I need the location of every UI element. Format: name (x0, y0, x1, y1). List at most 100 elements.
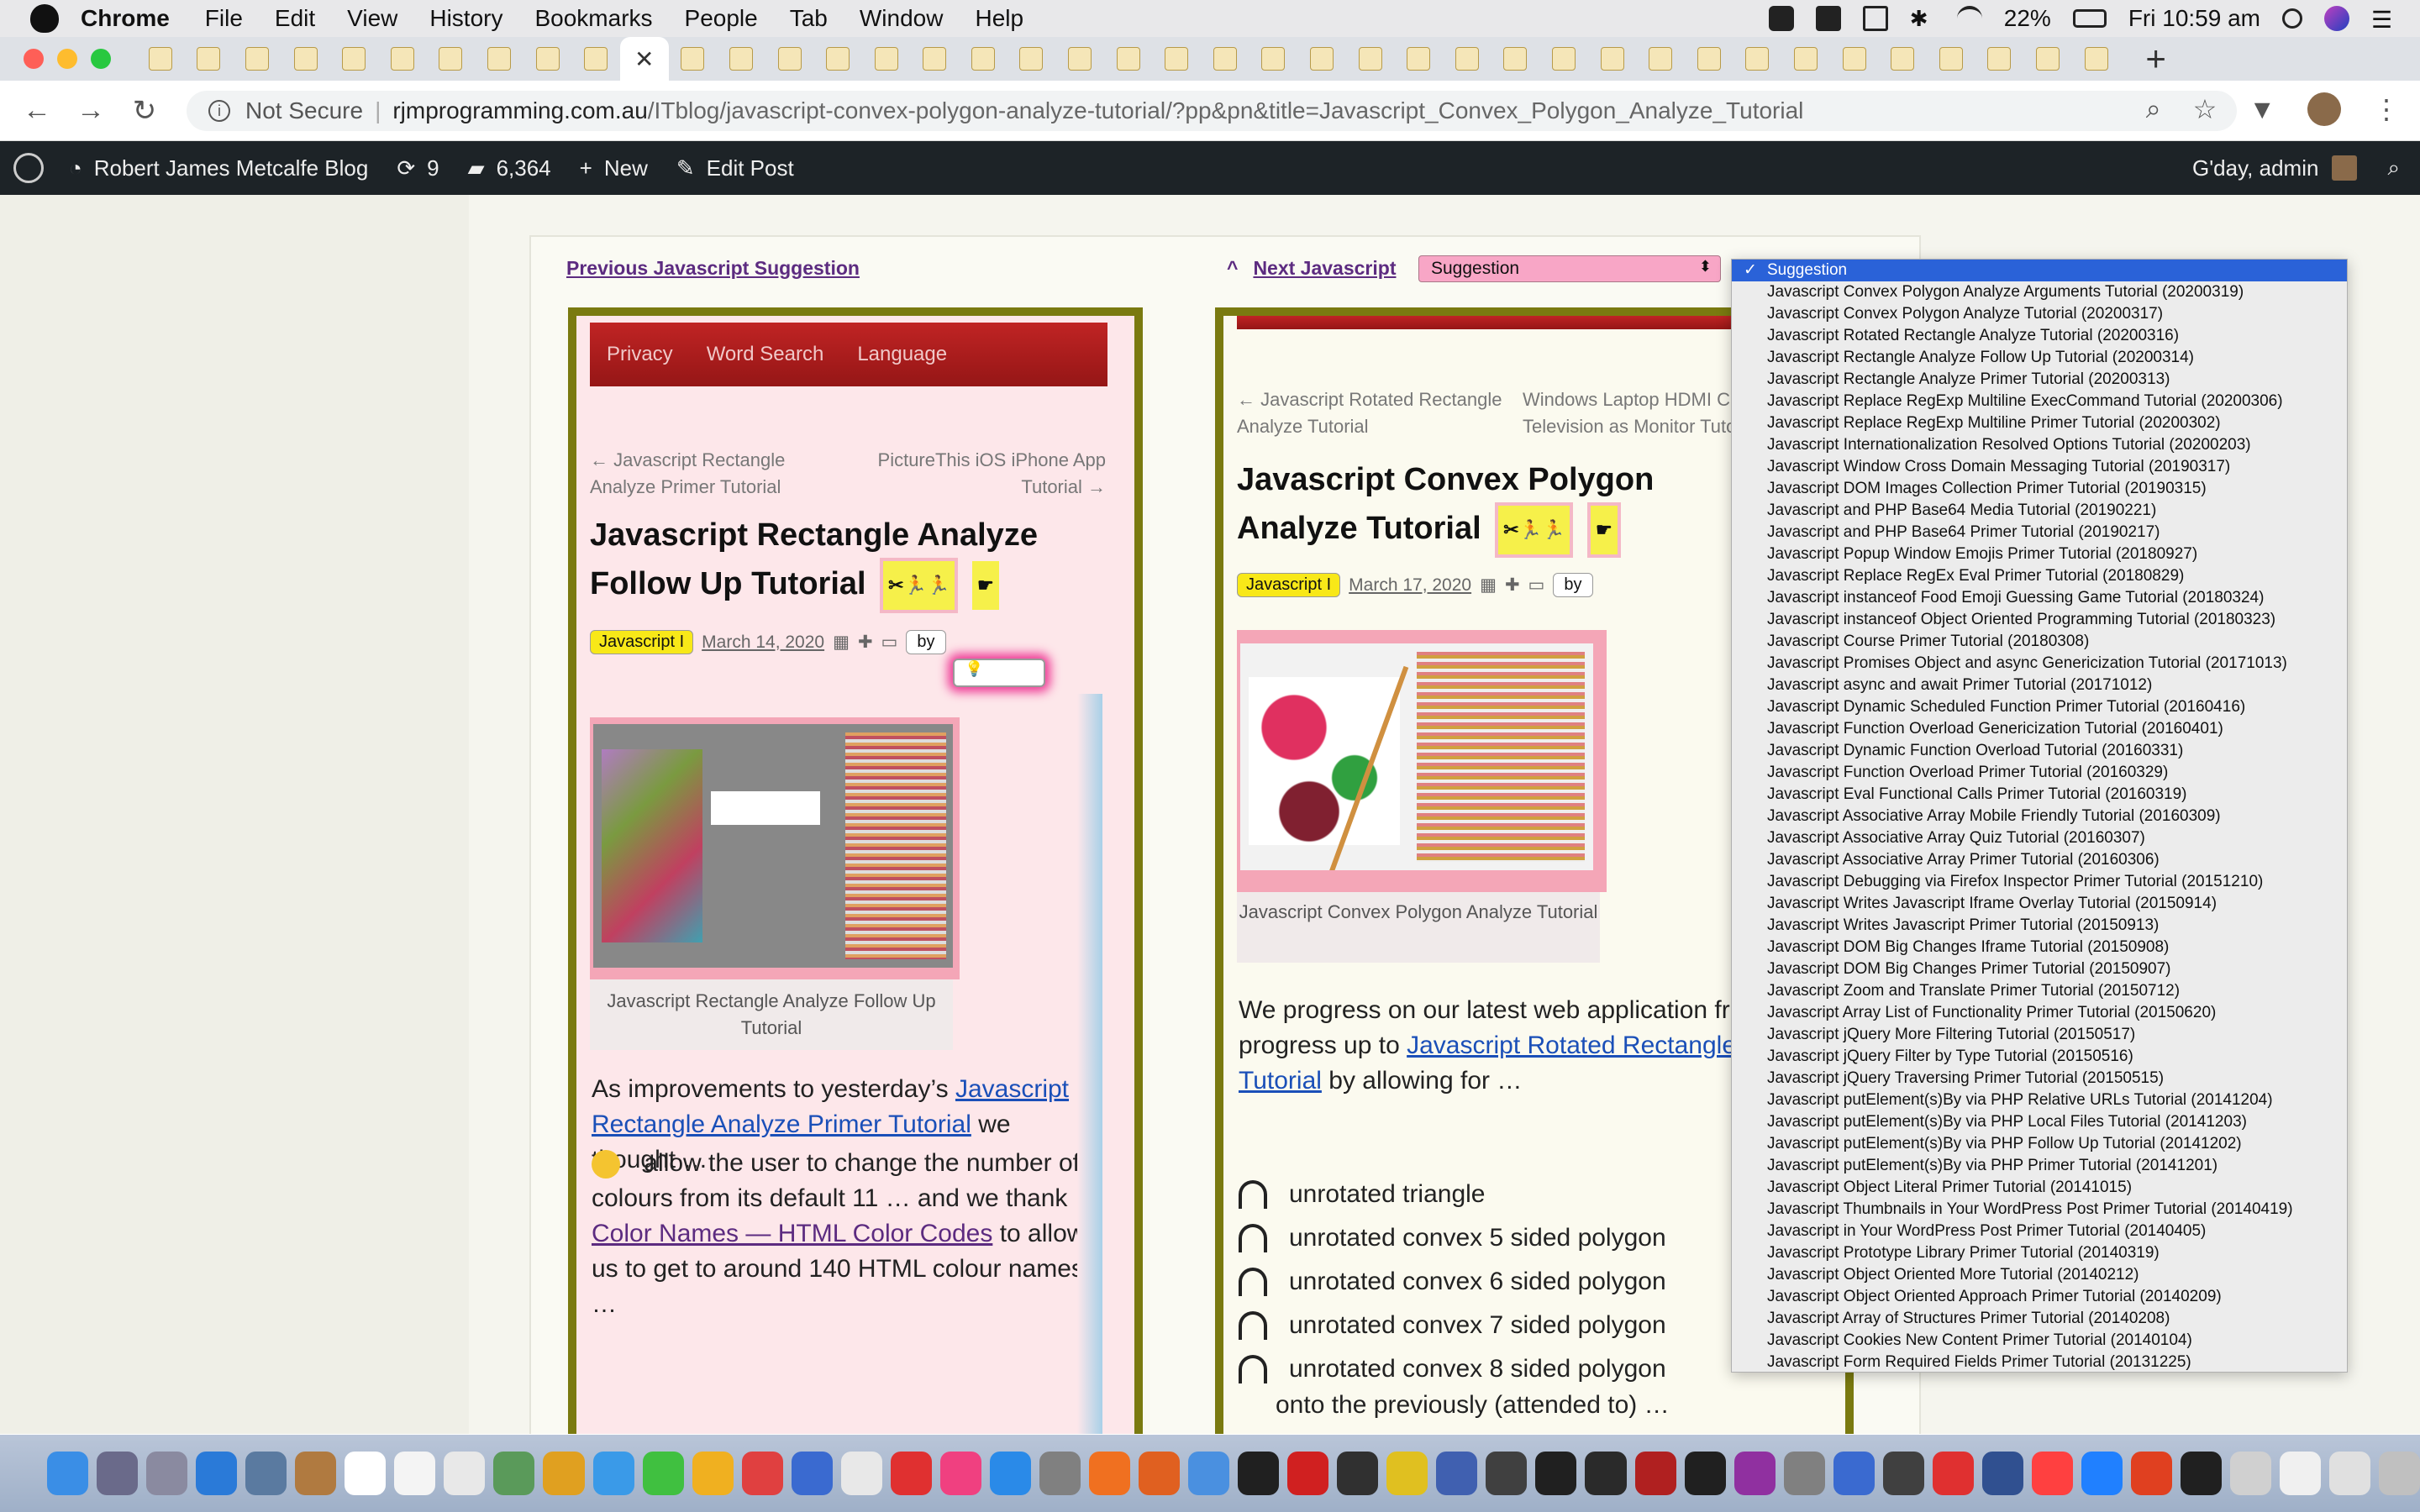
address-bar[interactable]: i Not Secure | rjmprogramming.com.au /IT… (187, 91, 2237, 131)
dock-app-icon[interactable] (2280, 1452, 2322, 1495)
tab[interactable] (1733, 37, 1782, 81)
left-category-select[interactable]: Javascript I (590, 630, 694, 654)
menu-edit[interactable]: Edit (275, 5, 315, 32)
tab[interactable] (1152, 37, 1201, 81)
tab[interactable] (233, 37, 281, 81)
right-post-thumbnail[interactable] (1237, 630, 1607, 892)
dock-app-icon[interactable] (2181, 1452, 2223, 1495)
caret-up-icon[interactable]: ^ (1227, 257, 1238, 280)
tab[interactable] (1830, 37, 1879, 81)
dropdown-option[interactable]: Javascript Rectangle Analyze Primer Tuto… (1732, 369, 2347, 391)
plus-icon[interactable]: ✚ (858, 632, 873, 653)
wp-new[interactable]: + New (580, 155, 648, 181)
dock-app-icon[interactable] (97, 1452, 139, 1495)
suggestion-select[interactable]: Suggestion ⬍ (1418, 255, 1721, 282)
dock-app-icon[interactable] (47, 1452, 89, 1495)
dock-app-icon[interactable] (196, 1452, 238, 1495)
dock-app-icon[interactable] (1088, 1452, 1131, 1495)
wp-edit-post[interactable]: ✎ Edit Post (676, 155, 794, 181)
tab[interactable] (765, 37, 814, 81)
dock-app-icon[interactable] (1287, 1452, 1329, 1495)
wp-comments[interactable]: ▰ 6,364 (468, 155, 551, 181)
dock-app-icon[interactable] (2031, 1452, 2073, 1495)
wp-greeting[interactable]: G'day, admin (2192, 155, 2318, 181)
wp-updates[interactable]: ⟳ 9 (397, 155, 439, 181)
minimize-window-button[interactable] (57, 49, 77, 69)
card-icon[interactable]: ▭ (881, 632, 898, 653)
dropdown-option[interactable]: Javascript Internationalization Resolved… (1732, 434, 2347, 456)
tab[interactable] (1055, 37, 1104, 81)
plus-icon[interactable]: ✚ (1505, 575, 1520, 596)
previous-suggestion-link[interactable]: Previous Javascript Suggestion (566, 257, 860, 280)
tab[interactable] (523, 37, 572, 81)
info-icon[interactable]: i (208, 100, 230, 122)
dropdown-option[interactable]: Javascript Replace RegExp Multiline Exec… (1732, 391, 2347, 412)
dock-app-icon[interactable] (1337, 1452, 1379, 1495)
dropdown-option[interactable]: Javascript Array List of Functionality P… (1732, 1002, 2347, 1024)
tab-close-icon[interactable]: ✕ (634, 45, 654, 73)
dock-app-icon[interactable] (1684, 1452, 1726, 1495)
m-icon[interactable] (1815, 6, 1841, 31)
apple-menu-icon[interactable] (30, 4, 59, 33)
calendar-icon[interactable]: ▦ (1480, 575, 1497, 596)
back-arrow-icon[interactable]: ← (20, 94, 54, 128)
dropdown-option[interactable]: Javascript Object Oriented More Tutorial… (1732, 1264, 2347, 1286)
tab[interactable] (959, 37, 1007, 81)
menu-bookmarks[interactable]: Bookmarks (534, 5, 652, 32)
tab[interactable] (1685, 37, 1733, 81)
dropdown-option[interactable]: Javascript Writes Javascript Primer Tuto… (1732, 915, 2347, 937)
dropdown-option[interactable]: Javascript Associative Array Mobile Frie… (1732, 806, 2347, 827)
dock-app-icon[interactable] (741, 1452, 783, 1495)
left-post-iframe[interactable]: Privacy Word Search Language ← Javascrip… (568, 307, 1143, 1434)
dropdown-option[interactable]: Javascript Thumbnails in Your WordPress … (1732, 1199, 2347, 1221)
dropdown-option[interactable]: Javascript Promises Object and async Gen… (1732, 653, 2347, 675)
dropdown-option[interactable]: Javascript Dynamic Scheduled Function Pr… (1732, 696, 2347, 718)
tab[interactable] (329, 37, 378, 81)
dropdown-option[interactable]: Javascript Convex Polygon Analyze Argume… (1732, 281, 2347, 303)
tab[interactable] (1539, 37, 1588, 81)
dock-app-icon[interactable] (1386, 1452, 1428, 1495)
dropdown-option[interactable]: Javascript Rectangle Analyze Follow Up T… (1732, 347, 2347, 369)
dock-app-icon[interactable] (295, 1452, 337, 1495)
menu-file[interactable]: File (205, 5, 243, 32)
dock-app-icon[interactable] (890, 1452, 932, 1495)
battery-icon[interactable] (2072, 9, 2107, 28)
left-bullet-link[interactable]: Color Names — HTML Color Codes (592, 1220, 992, 1247)
tab[interactable] (1346, 37, 1395, 81)
dropdown-option[interactable]: Javascript Writes Javascript Iframe Over… (1732, 893, 2347, 915)
dropdown-option[interactable]: Javascript putElement(s)By via PHP Local… (1732, 1111, 2347, 1133)
dock-app-icon[interactable] (939, 1452, 981, 1495)
dock-app-icon[interactable] (1634, 1452, 1676, 1495)
tab[interactable] (185, 37, 234, 81)
dock-app-icon[interactable] (2230, 1452, 2272, 1495)
dock-app-icon[interactable] (1981, 1452, 2023, 1495)
dropdown-option[interactable]: Javascript DOM Big Changes Primer Tutori… (1732, 958, 2347, 980)
tab[interactable] (1104, 37, 1153, 81)
dropdown-option[interactable]: Javascript DOM Images Collection Primer … (1732, 478, 2347, 500)
tab[interactable] (475, 37, 523, 81)
tab[interactable] (1443, 37, 1491, 81)
left-by-select[interactable]: by (906, 630, 946, 654)
zoom-window-button[interactable] (91, 49, 111, 69)
tab[interactable] (378, 37, 427, 81)
right-category-select[interactable]: Javascript I (1237, 573, 1341, 597)
bluetooth-icon[interactable]: ✱ (1910, 6, 1935, 31)
dock-app-icon[interactable] (1585, 1452, 1627, 1495)
dock-app-icon[interactable] (1932, 1452, 1974, 1495)
dropdown-option[interactable]: Javascript putElement(s)By via PHP Follo… (1732, 1133, 2347, 1155)
menu-app-name[interactable]: Chrome (81, 5, 170, 32)
kebab-menu-icon[interactable]: ⋮ (2373, 93, 2400, 125)
left-post-date[interactable]: March 14, 2020 (702, 633, 824, 653)
dropdown-option[interactable]: Javascript Rotated Rectangle Analyze Tut… (1732, 325, 2347, 347)
tab[interactable] (1636, 37, 1685, 81)
dropdown-option[interactable]: Javascript Convex Polygon Analyze Tutori… (1732, 303, 2347, 325)
dropdown-option[interactable]: Javascript Debugging via Firefox Inspect… (1732, 871, 2347, 893)
tab[interactable] (1927, 37, 1975, 81)
dropdown-option[interactable]: Javascript putElement(s)By via PHP Prime… (1732, 1155, 2347, 1177)
tab[interactable] (427, 37, 476, 81)
left-prev-post-link[interactable]: ← Javascript Rectangle Analyze Primer Tu… (590, 447, 817, 501)
wp-site-name[interactable]: ◔ Robert James Metcalfe Blog (69, 155, 368, 181)
dock-app-icon[interactable] (1188, 1452, 1230, 1495)
right-by-select[interactable]: by (1553, 573, 1593, 597)
tools-emoji-icon[interactable]: ✂🏃🏃 (880, 558, 959, 613)
